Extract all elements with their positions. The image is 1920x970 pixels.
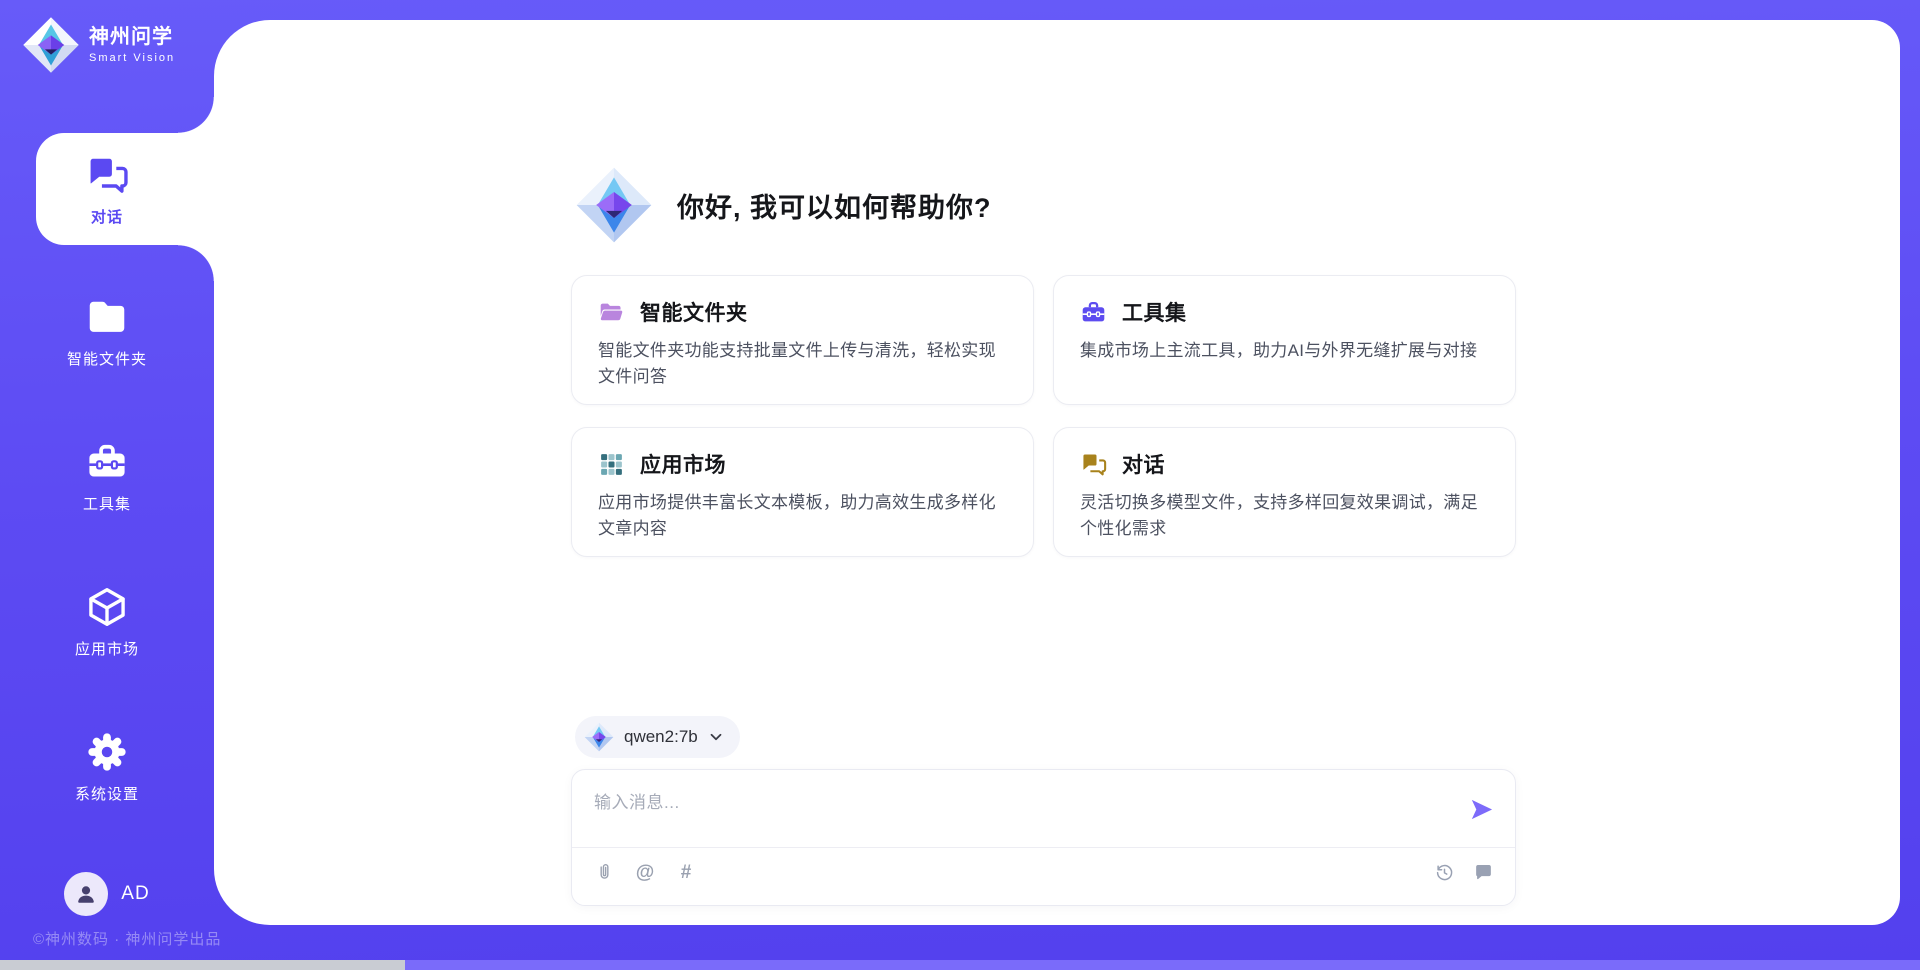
card-title: 对话 [1122,449,1165,479]
model-selector[interactable]: qwen2:7b [575,716,740,758]
card-title: 应用市场 [640,449,726,479]
paperclip-icon [594,862,615,883]
brand: 神州问学 Smart Vision [22,16,175,74]
toolbox-icon [1080,299,1107,326]
sidebar-item-label: 工具集 [83,493,131,514]
card-title: 工具集 [1122,297,1187,327]
user-initials: AD [121,883,149,905]
card-header: 对话 [1080,449,1489,479]
model-diamond-logo-icon [584,722,614,752]
copyright-note: ©神州数码 · 神州问学出品 [33,928,221,949]
card-header: 应用市场 [598,449,1007,479]
sidebar-item-settings[interactable]: 系统设置 [0,711,214,823]
grid-icon [598,451,625,478]
brand-name: 神州问学 [89,26,175,49]
topic-icon[interactable]: # [674,860,698,884]
card-description: 应用市场提供丰富长文本模板，助力高效生成多样化文章内容 [598,490,1007,543]
card-description: 集成市场上主流工具，助力AI与外界无缝扩展与对接 [1080,338,1489,364]
chevron-down-icon [708,729,724,745]
card-title: 智能文件夹 [640,297,748,327]
card-description: 灵活切换多模型文件，支持多样回复效果调试，满足个性化需求 [1080,490,1489,543]
main-panel: 你好, 我可以如何帮助你? 智能文件夹 智能文件夹功能支持批量文件上传与清洗，轻… [214,20,1900,925]
toolbox-icon [85,440,129,484]
mention-icon[interactable]: @ [633,860,657,884]
send-icon [1468,796,1495,823]
sidebar-item-toolset[interactable]: 工具集 [0,421,214,533]
card-smart-folder[interactable]: 智能文件夹 智能文件夹功能支持批量文件上传与清洗，轻松实现文件问答 [571,275,1034,405]
composer-tools-left: @ # [592,860,698,884]
brand-diamond-logo-icon [22,16,80,74]
chat-icon [1080,451,1107,478]
composer-divider [572,847,1515,848]
comment-icon [1473,862,1494,883]
user-profile[interactable]: AD [0,870,214,918]
app-window: 神州问学 Smart Vision 对话 智能文件夹 [0,0,1920,970]
card-header: 工具集 [1080,297,1489,327]
cube-icon [85,585,129,629]
sidebar: 神州问学 Smart Vision 对话 智能文件夹 [0,0,214,970]
attach-button[interactable] [592,860,616,884]
sidebar-item-label: 智能文件夹 [67,348,147,369]
sidebar-item-app-market[interactable]: 应用市场 [0,566,214,678]
horizontal-scrollbar-track [0,960,1920,970]
brand-subtitle: Smart Vision [89,52,175,65]
user-icon [73,881,99,907]
card-header: 智能文件夹 [598,297,1007,327]
history-icon [1434,862,1455,883]
sidebar-item-chat[interactable]: 对话 [0,134,214,246]
greeting-text: 你好, 我可以如何帮助你? [677,186,992,225]
card-toolset[interactable]: 工具集 集成市场上主流工具，助力AI与外界无缝扩展与对接 [1053,275,1516,405]
folder-open-icon [598,299,625,326]
feature-cards: 智能文件夹 智能文件夹功能支持批量文件上传与清洗，轻松实现文件问答 工具集 集成… [571,275,1516,557]
brand-text: 神州问学 Smart Vision [89,26,175,65]
avatar [64,872,108,916]
sidebar-item-smart-folder[interactable]: 智能文件夹 [0,276,214,388]
horizontal-scrollbar-thumb[interactable] [0,960,405,970]
assistant-diamond-logo-icon [575,166,653,244]
history-button[interactable] [1432,860,1456,884]
card-description: 智能文件夹功能支持批量文件上传与清洗，轻松实现文件问答 [598,338,1007,391]
gear-icon [85,730,129,774]
message-input[interactable] [592,786,1456,842]
sidebar-item-label: 应用市场 [75,638,139,659]
card-chat[interactable]: 对话 灵活切换多模型文件，支持多样回复效果调试，满足个性化需求 [1053,427,1516,557]
sidebar-item-label: 对话 [91,206,123,227]
comment-button[interactable] [1471,860,1495,884]
hero: 你好, 我可以如何帮助你? [575,166,992,244]
chat-icon [85,153,129,197]
folder-icon [85,295,129,339]
message-composer: @ # [571,769,1516,906]
composer-tools-right [1432,860,1495,884]
sidebar-item-label: 系统设置 [75,783,139,804]
model-name: qwen2:7b [624,727,698,747]
send-button[interactable] [1468,796,1495,823]
card-app-market[interactable]: 应用市场 应用市场提供丰富长文本模板，助力高效生成多样化文章内容 [571,427,1034,557]
